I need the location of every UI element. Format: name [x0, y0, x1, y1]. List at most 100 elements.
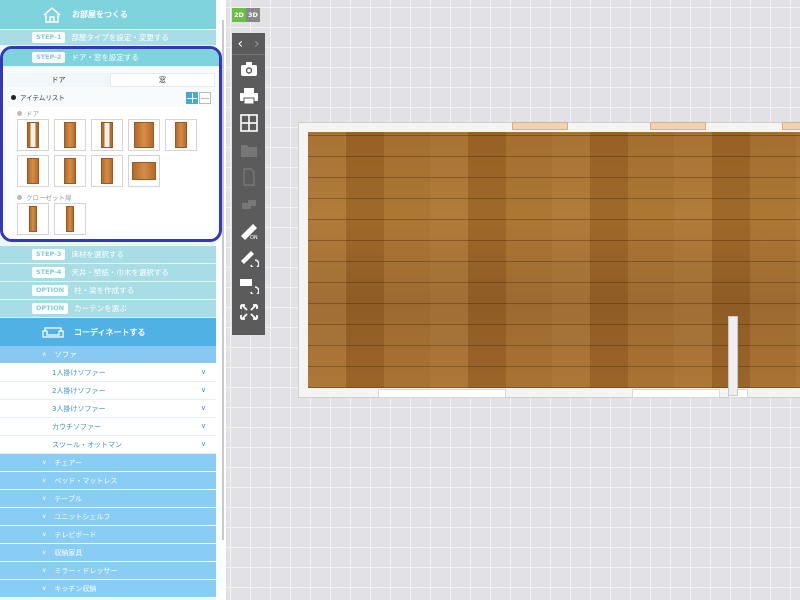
step4-label: 天井・壁紙・巾木を選択する	[71, 268, 169, 277]
sofa-subitem-label: スツール・オットマン	[52, 440, 122, 449]
mode-2d-button[interactable]: 2D	[232, 8, 246, 22]
fit-screen-button[interactable]	[232, 298, 265, 325]
closet-door-image	[29, 206, 37, 232]
chevron-down-icon: ∨	[42, 477, 47, 484]
sofa-subitem-label: カウチソファー	[52, 422, 101, 431]
sofa-subitems: 1人掛けソファー ∨ 2人掛けソファー ∨ 3人掛けソファー ∨ カウチソファー ∨ スツール・…	[0, 364, 216, 454]
interior-partition[interactable]	[728, 316, 738, 396]
furniture-category-label: テレビボード	[54, 530, 97, 539]
sofa-subitem[interactable]: 1人掛けソファー ∨	[0, 364, 216, 382]
chevron-down-icon: ∨	[42, 531, 47, 538]
tab-window[interactable]: 窓	[110, 73, 215, 87]
document-icon	[242, 167, 255, 186]
mode-3d-button[interactable]: 3D	[246, 8, 260, 22]
tab-door[interactable]: ドア	[7, 73, 110, 87]
house-icon	[43, 6, 61, 23]
chevron-right-icon[interactable]: ›	[254, 36, 260, 52]
folder-icon	[240, 144, 257, 157]
chevron-down-icon: ∨	[42, 585, 47, 592]
copy-button[interactable]	[232, 190, 265, 217]
print-icon	[239, 87, 258, 104]
furniture-category[interactable]: ∨ ベッド・マットレス	[0, 472, 216, 490]
canvas-toolbar: ‹ › ON	[232, 33, 265, 335]
window-top-1[interactable]	[512, 122, 568, 130]
coordinate-title: コーディネートする	[74, 327, 146, 337]
door-item[interactable]	[54, 155, 86, 187]
furniture-category[interactable]: ∨ キッチン収納	[0, 580, 216, 598]
room-plan[interactable]	[298, 122, 800, 398]
closet-door-item[interactable]	[54, 203, 86, 235]
closet-door-item[interactable]	[17, 203, 49, 235]
sofa-subitem[interactable]: カウチソファー ∨	[0, 418, 216, 436]
door-item[interactable]	[17, 119, 49, 151]
document-button[interactable]	[232, 163, 265, 190]
door-item[interactable]	[17, 155, 49, 187]
furniture-category[interactable]: ∨ チェアー	[0, 454, 216, 472]
furniture-category[interactable]: ∨ テーブル	[0, 490, 216, 508]
door-item[interactable]	[91, 119, 123, 151]
toolbar-nav: ‹ ›	[232, 33, 265, 55]
step2-panel: STEP-2 ドア・窓を設定する ドア 窓 アイテムリスト ドア クローゼット扉	[0, 46, 222, 242]
furniture-category[interactable]: ∨ ユニットシェルフ	[0, 508, 216, 526]
step1-item[interactable]: STEP-1 部屋タイプを設定・変更する	[0, 30, 216, 46]
option-curtain-item[interactable]: OPTION カーテンを選ぶ	[0, 300, 216, 318]
chevron-down-icon: ∨	[42, 459, 47, 466]
window-top-2[interactable]	[650, 122, 706, 130]
option-tag: OPTION	[32, 285, 69, 296]
chevron-left-icon[interactable]: ‹	[237, 36, 243, 52]
view-toggle	[185, 92, 211, 104]
room-setup-title: お部屋をつくる	[72, 10, 128, 19]
door-item[interactable]	[54, 119, 86, 151]
furniture-category[interactable]: ∨ テレビボード	[0, 526, 216, 544]
sofa-subitem-label: 3人掛けソファー	[52, 404, 106, 413]
window-top-3[interactable]	[782, 122, 800, 130]
door-glass-image	[101, 122, 113, 148]
door-item[interactable]	[91, 155, 123, 187]
closet-door-image	[66, 206, 74, 232]
copy-icon	[241, 199, 256, 209]
door-item[interactable]	[128, 119, 160, 151]
rotate-view-button[interactable]	[232, 271, 265, 298]
ruler-rotate-button[interactable]	[232, 244, 265, 271]
step4-item[interactable]: STEP-4 天井・壁紙・巾木を選択する	[0, 264, 216, 282]
wall-opening-1[interactable]	[378, 389, 506, 398]
coordinate-header[interactable]: コーディネートする	[0, 318, 216, 346]
camera-icon	[240, 61, 257, 76]
floor-plan-canvas[interactable]: 2D 3D ‹ › ON	[226, 0, 800, 600]
fit-screen-icon	[239, 303, 258, 320]
step2-item[interactable]: STEP-2 ドア・窓を設定する	[3, 49, 219, 67]
folder-button[interactable]	[232, 136, 265, 163]
rotate-view-icon	[239, 278, 259, 294]
sofa-subitem[interactable]: 2人掛けソファー ∨	[0, 382, 216, 400]
sofa-subitem[interactable]: 3人掛けソファー ∨	[0, 400, 216, 418]
wall-opening-2[interactable]	[632, 389, 720, 398]
step1-label: 部屋タイプを設定・変更する	[71, 33, 169, 42]
door-item[interactable]	[165, 119, 197, 151]
option-pillar-item[interactable]: OPTION 柱・梁を作成する	[0, 282, 216, 300]
ruler-on-button[interactable]: ON	[232, 217, 265, 244]
sofa-subitem[interactable]: スツール・オットマン ∨	[0, 436, 216, 454]
closet-thumbnails	[7, 203, 215, 239]
list-view-icon[interactable]	[199, 92, 211, 104]
chevron-down-icon: ∨	[42, 549, 47, 556]
option-tag: OPTION	[32, 303, 69, 314]
door-window-tabs: ドア 窓	[7, 73, 215, 87]
sofa-label: ソファ	[54, 350, 77, 359]
furniture-category[interactable]: ∨ ミラー・ドレッサー	[0, 562, 216, 580]
bullet-icon	[17, 110, 22, 116]
furniture-category-label: ベッド・マットレス	[54, 476, 118, 485]
room-setup-header[interactable]: お部屋をつくる	[0, 0, 216, 30]
furniture-category[interactable]: ∨ 収納家具	[0, 544, 216, 562]
step4-tag: STEP-4	[32, 267, 66, 278]
chevron-down-icon: ∨	[200, 440, 206, 448]
step2-tag: STEP-2	[32, 52, 66, 63]
sofa-category[interactable]: ∧ ソファ	[0, 346, 216, 364]
camera-button[interactable]	[232, 55, 265, 82]
print-button[interactable]	[232, 82, 265, 109]
svg-text:ON: ON	[250, 235, 258, 240]
grid-button[interactable]	[232, 109, 265, 136]
step3-item[interactable]: STEP-3 床材を選択する	[0, 246, 216, 264]
sidebar-scrollbar[interactable]	[222, 20, 224, 540]
grid-view-icon[interactable]	[186, 92, 198, 104]
door-item[interactable]	[128, 155, 160, 187]
